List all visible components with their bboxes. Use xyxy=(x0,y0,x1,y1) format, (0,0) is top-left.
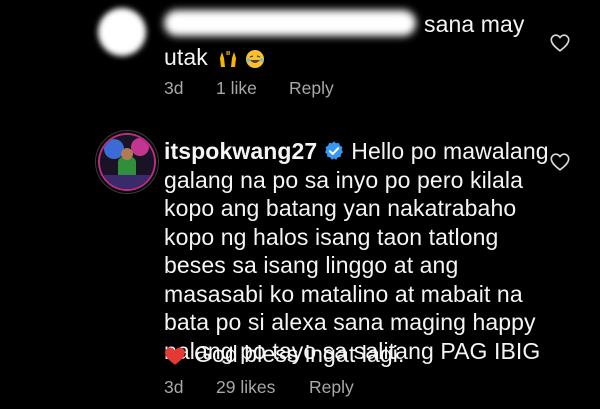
heart-outline-icon[interactable] xyxy=(549,151,571,173)
comment-text-line: God bless ingat lagi. xyxy=(194,341,405,367)
comment-text-line: Hello po mawalang xyxy=(351,138,549,164)
comment-text-tail: sana may xyxy=(424,11,525,37)
comment-text-line: beses sa isang linggo at ang xyxy=(164,252,459,278)
comment-age: 3d xyxy=(164,377,184,397)
avatar-image xyxy=(100,135,154,189)
username[interactable]: itspokwang27 xyxy=(164,138,317,164)
red-heart-emoji xyxy=(165,347,185,365)
verified-badge-icon xyxy=(325,141,344,160)
redacted-username xyxy=(164,10,416,36)
avatar-redacted[interactable] xyxy=(98,8,146,56)
comment-text-word: utak xyxy=(164,44,208,70)
laughing-emoji xyxy=(245,49,264,68)
avatar[interactable] xyxy=(100,135,154,189)
comment-text-line: kopo ng halos isang taon tatlong xyxy=(164,223,499,250)
heart-outline-icon[interactable] xyxy=(549,32,571,54)
reply-button[interactable]: Reply xyxy=(309,377,354,398)
reply-button[interactable]: Reply xyxy=(289,78,334,99)
comment-text-line: kopo ang batang yan nakatrabaho xyxy=(164,195,517,221)
comment-text-line: masasabi ko matalino at mabait na xyxy=(164,280,523,307)
comment-age: 3d xyxy=(164,78,184,98)
comment-first-line: itspokwang27 Hello po mawalang xyxy=(164,137,549,166)
comment-text-line2: utak xyxy=(164,43,265,72)
raising-hands-emoji xyxy=(220,50,237,67)
likes-count[interactable]: 1 like xyxy=(216,78,257,99)
comment-text-line: bata po si alexa sana maging happy xyxy=(164,309,536,335)
likes-count[interactable]: 29 likes xyxy=(216,377,275,398)
comment-text-line: galang na po sa inyo po pero kilala xyxy=(164,166,523,193)
comment-last-line: God bless ingat lagi. xyxy=(164,340,405,369)
